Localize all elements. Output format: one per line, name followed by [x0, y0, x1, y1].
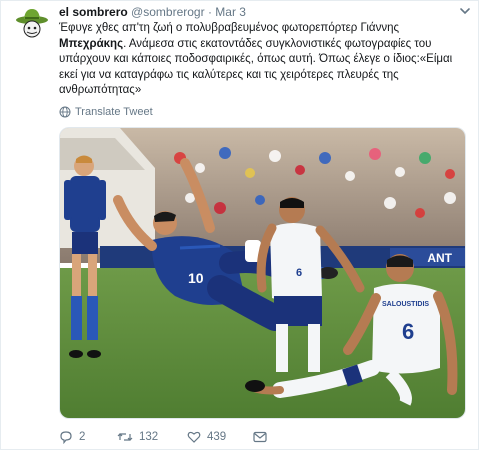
like-button[interactable]: 439 [187, 430, 253, 444]
retweet-icon [117, 433, 133, 441]
separator: · [207, 5, 212, 19]
jersey-number-6: 6 [402, 319, 414, 344]
translate-label: Translate Tweet [75, 106, 153, 118]
globe-icon [59, 106, 71, 118]
retweet-count: 132 [139, 431, 159, 443]
board-text: ANT [427, 251, 452, 265]
avatar[interactable] [15, 5, 49, 39]
author-name[interactable]: el sombrero [59, 5, 128, 19]
tweet-header: el sombrero @sombrerogr · Mar 3 [59, 4, 468, 20]
message-icon [253, 431, 267, 443]
direct-message-button[interactable] [253, 431, 267, 443]
jersey-number-10: 10 [188, 270, 204, 286]
tweet-text-part1: Έφυγε χθες απ'τη ζωή ο πολυβραβευμένος φ… [59, 22, 400, 34]
tweet-actions: 2 132 439 [59, 429, 267, 445]
football-photo: ANT 10 6 6 SALOUSTIDIS [60, 128, 465, 418]
like-count: 439 [207, 431, 227, 443]
jersey-number-mid: 6 [296, 267, 302, 279]
jersey-name: SALOUSTIDIS [382, 301, 429, 308]
reply-count: 2 [79, 431, 86, 443]
reply-icon [60, 431, 72, 444]
tweet-text: Έφυγε χθες απ'τη ζωή ο πολυβραβευμένος φ… [59, 21, 464, 99]
tweet-menu-button[interactable] [458, 4, 472, 16]
like-icon [187, 431, 201, 443]
tweet-photo[interactable]: ANT 10 6 6 SALOUSTIDIS [59, 127, 466, 419]
tweet-date[interactable]: Mar 3 [215, 5, 246, 19]
tweet-text-bold: Μπεχράκης [59, 37, 124, 50]
chevron-down-icon [460, 8, 470, 15]
retweet-button[interactable]: 132 [117, 430, 187, 444]
tweet-card: el sombrero @sombrerogr · Mar 3 Έφυγε χθ… [0, 0, 479, 450]
author-handle[interactable]: @sombrerogr [131, 5, 205, 19]
reply-button[interactable]: 2 [59, 430, 117, 444]
sombrero-avatar-icon [15, 5, 49, 39]
translate-tweet-link[interactable]: Translate Tweet [59, 105, 153, 119]
